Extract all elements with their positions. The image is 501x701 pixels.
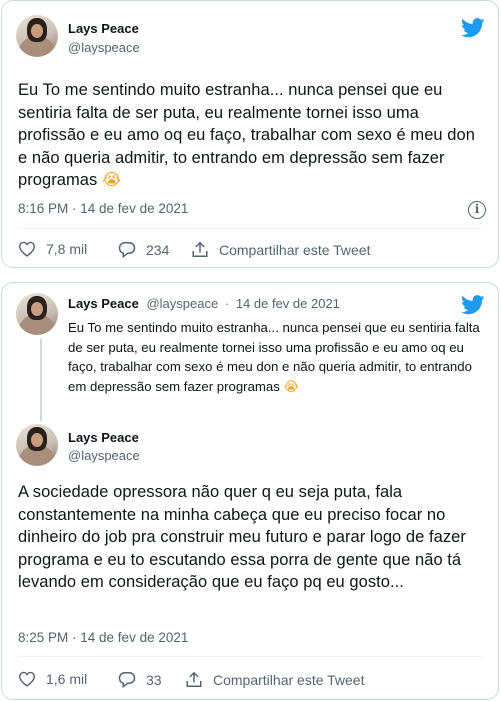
avatar[interactable]: [16, 293, 58, 335]
tweet-text: A sociedade opressora não quer q eu seja…: [18, 483, 466, 591]
tweet-timestamp[interactable]: 8:25 PM · 14 de fev de 2021: [18, 630, 188, 645]
share-icon: [186, 671, 202, 687]
loudly-crying-emoji: 😭: [101, 170, 122, 189]
divider: [18, 228, 482, 229]
loudly-crying-emoji: 😭: [283, 379, 299, 395]
reply-button[interactable]: 33: [118, 671, 162, 688]
heart-icon: [18, 241, 36, 257]
reply-count: 33: [146, 671, 162, 688]
reply-count: 234: [146, 241, 170, 258]
separator: ·: [224, 296, 230, 311]
tweet-date[interactable]: 14 de fev de 2021: [236, 296, 340, 311]
tweet-text: Eu To me sentindo muito estranha... nunc…: [18, 79, 488, 192]
divider: [18, 656, 482, 657]
reply-button[interactable]: 234: [118, 241, 169, 258]
tweet-text-content: Eu To me sentindo muito estranha... nunc…: [18, 81, 475, 189]
tweet-card-1: Lays Peace @layspeace Eu To me sentindo …: [1, 0, 499, 268]
share-button[interactable]: Compartilhar este Tweet: [191, 241, 370, 258]
twitter-bird-icon[interactable]: [461, 18, 485, 38]
avatar[interactable]: [16, 424, 58, 466]
author-handle[interactable]: @layspeace: [146, 296, 218, 311]
share-label: Compartilhar este Tweet: [219, 241, 371, 258]
twitter-bird-icon[interactable]: [461, 295, 485, 315]
thread-parent-header: Lays Peace @layspeace · 14 de fev de 202…: [68, 296, 340, 311]
info-icon[interactable]: i: [468, 201, 486, 219]
tweet-card-2: Lays Peace @layspeace · 14 de fev de 202…: [1, 282, 499, 700]
thread-parent-text: Eu To me sentindo muito estranha... nunc…: [68, 318, 488, 397]
thread-line: [40, 339, 42, 421]
reply-icon: [118, 672, 136, 688]
like-count: 1,6 mil: [46, 671, 88, 687]
author-handle[interactable]: @layspeace: [68, 40, 140, 55]
author-name[interactable]: Lays Peace: [68, 430, 139, 445]
share-icon: [192, 241, 208, 257]
author-name[interactable]: Lays Peace: [68, 21, 139, 36]
like-button[interactable]: 7,8 mil: [18, 241, 87, 257]
reply-icon: [118, 242, 136, 258]
like-count: 7,8 mil: [46, 241, 88, 257]
tweet-timestamp[interactable]: 8:16 PM · 14 de fev de 2021: [18, 201, 188, 216]
heart-icon: [18, 671, 36, 687]
author-handle[interactable]: @layspeace: [68, 448, 140, 463]
author-name[interactable]: Lays Peace: [68, 296, 139, 311]
share-button[interactable]: Compartilhar este Tweet: [185, 671, 364, 688]
like-button[interactable]: 1,6 mil: [18, 671, 87, 687]
thread-parent-content: Eu To me sentindo muito estranha... nunc…: [68, 320, 480, 394]
avatar[interactable]: [16, 15, 58, 57]
share-label: Compartilhar este Tweet: [213, 671, 365, 688]
